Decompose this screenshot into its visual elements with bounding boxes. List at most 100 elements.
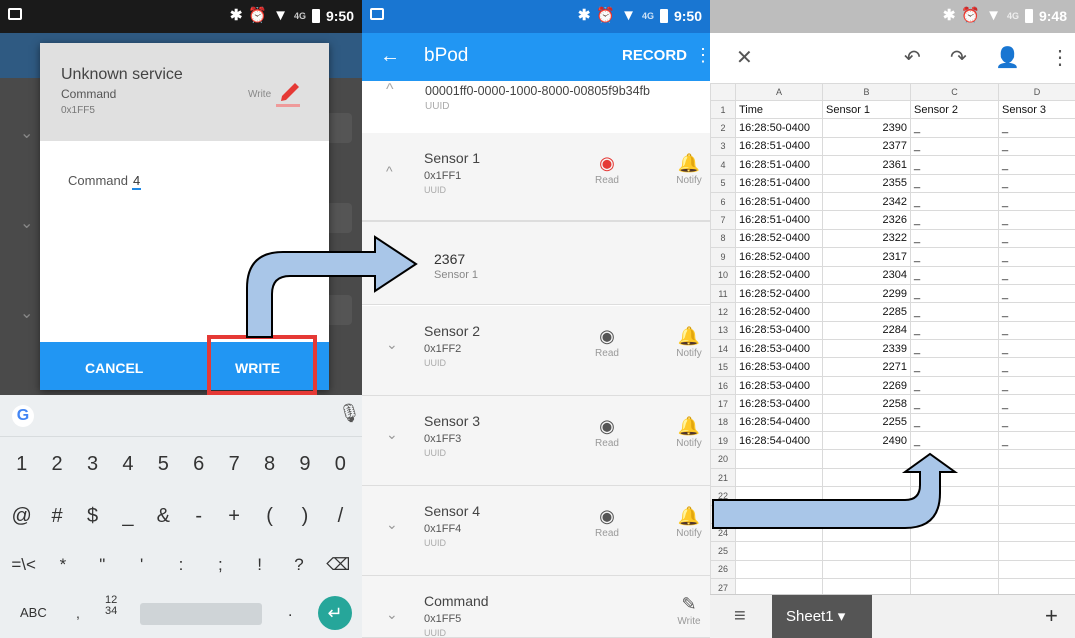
add-sheet-icon[interactable]: + bbox=[1045, 603, 1058, 629]
empty-cell[interactable] bbox=[998, 522, 1075, 543]
sensor3-cell[interactable]: _ bbox=[998, 339, 1075, 359]
empty-cell[interactable] bbox=[735, 504, 823, 524]
sensor1-cell[interactable]: 2269 bbox=[822, 375, 911, 396]
close-icon[interactable]: ✕ bbox=[736, 45, 753, 70]
time-cell[interactable]: 16:28:50-0400 bbox=[735, 118, 823, 138]
row-number[interactable]: 14 bbox=[710, 339, 736, 359]
time-cell[interactable]: 16:28:53-0400 bbox=[735, 357, 823, 377]
enter-key[interactable]: ↵ bbox=[318, 596, 352, 630]
empty-cell[interactable] bbox=[822, 467, 911, 488]
sensor2-cell[interactable]: _ bbox=[910, 431, 999, 451]
key[interactable]: 1 bbox=[4, 453, 39, 476]
row-number[interactable]: 5 bbox=[710, 173, 736, 193]
chevron-up-icon[interactable]: ^ bbox=[386, 163, 393, 179]
key[interactable]: 6 bbox=[181, 453, 216, 476]
column-letter[interactable]: D bbox=[998, 83, 1075, 101]
empty-cell[interactable] bbox=[998, 467, 1075, 488]
key[interactable]: ( bbox=[252, 505, 287, 528]
characteristic-row[interactable]: ⌄ Sensor 3 0x1FF3 UUID ◉ Read 🔔 Notify bbox=[362, 396, 710, 486]
empty-cell[interactable] bbox=[910, 504, 999, 524]
google-icon[interactable]: G bbox=[12, 405, 34, 427]
key[interactable]: ) bbox=[287, 505, 322, 528]
empty-cell[interactable] bbox=[822, 541, 911, 561]
sensor3-cell[interactable]: _ bbox=[998, 265, 1075, 285]
number-toggle-key[interactable]: 12 34 bbox=[105, 595, 117, 617]
column-letter[interactable]: B bbox=[822, 83, 911, 101]
row-number[interactable]: 24 bbox=[710, 522, 736, 543]
sensor1-cell[interactable]: 2258 bbox=[822, 394, 911, 414]
chevron-down-icon[interactable]: ⌄ bbox=[386, 426, 398, 443]
key[interactable]: 8 bbox=[252, 453, 287, 476]
empty-cell[interactable] bbox=[735, 486, 823, 506]
empty-cell[interactable] bbox=[910, 541, 999, 561]
read-button[interactable]: ◉ Read bbox=[582, 506, 632, 539]
sensor1-cell[interactable]: 2355 bbox=[822, 173, 911, 193]
empty-cell[interactable] bbox=[998, 541, 1075, 561]
microphone-icon[interactable]: 🎙 bbox=[338, 403, 361, 424]
sensor1-cell[interactable]: 2342 bbox=[822, 191, 911, 212]
empty-cell[interactable] bbox=[998, 449, 1075, 469]
time-cell[interactable]: 16:28:51-0400 bbox=[735, 191, 823, 212]
empty-cell[interactable] bbox=[735, 449, 823, 469]
empty-cell[interactable] bbox=[910, 449, 999, 469]
row-number[interactable]: 20 bbox=[710, 449, 736, 469]
time-cell[interactable]: 16:28:54-0400 bbox=[735, 412, 823, 433]
row-number[interactable]: 3 bbox=[710, 136, 736, 157]
sensor2-cell[interactable]: _ bbox=[910, 136, 999, 157]
sensor1-cell[interactable]: 2361 bbox=[822, 155, 911, 175]
sensor3-cell[interactable]: _ bbox=[998, 155, 1075, 175]
sensor1-cell[interactable]: 2339 bbox=[822, 339, 911, 359]
empty-cell[interactable] bbox=[998, 559, 1075, 580]
key[interactable]: ? bbox=[279, 555, 318, 575]
key[interactable]: " bbox=[83, 555, 122, 575]
cancel-button[interactable]: CANCEL bbox=[85, 360, 143, 376]
row-number[interactable]: 11 bbox=[710, 283, 736, 304]
empty-cell[interactable] bbox=[822, 449, 911, 469]
sensor3-cell[interactable]: _ bbox=[998, 136, 1075, 157]
key[interactable]: 0 bbox=[323, 453, 358, 476]
sensor3-cell[interactable]: _ bbox=[998, 302, 1075, 322]
sensor3-cell[interactable]: _ bbox=[998, 228, 1075, 249]
corner-cell[interactable] bbox=[710, 83, 736, 101]
empty-cell[interactable] bbox=[735, 559, 823, 580]
chevron-down-icon[interactable]: ⌄ bbox=[386, 336, 398, 353]
sensor1-cell[interactable]: 2284 bbox=[822, 320, 911, 341]
more-vert-icon[interactable]: ⋮ bbox=[694, 45, 710, 66]
header-cell[interactable]: Sensor 3 bbox=[998, 99, 1075, 120]
row-number[interactable]: 26 bbox=[710, 559, 736, 580]
key[interactable]: @ bbox=[4, 505, 39, 528]
time-cell[interactable]: 16:28:53-0400 bbox=[735, 375, 823, 396]
key[interactable]: ' bbox=[122, 555, 161, 575]
empty-cell[interactable] bbox=[822, 486, 911, 506]
header-cell[interactable]: Time bbox=[735, 99, 823, 120]
row-number[interactable]: 9 bbox=[710, 247, 736, 267]
sensor1-cell[interactable]: 2390 bbox=[822, 118, 911, 138]
empty-cell[interactable] bbox=[910, 559, 999, 580]
row-number[interactable]: 18 bbox=[710, 412, 736, 433]
time-cell[interactable]: 16:28:52-0400 bbox=[735, 302, 823, 322]
sensor3-cell[interactable]: _ bbox=[998, 412, 1075, 433]
sensor2-cell[interactable]: _ bbox=[910, 302, 999, 322]
time-cell[interactable]: 16:28:54-0400 bbox=[735, 431, 823, 451]
row-number[interactable]: 17 bbox=[710, 394, 736, 414]
read-button[interactable]: ◉ Read bbox=[582, 153, 632, 186]
command-field[interactable]: Command 4 bbox=[68, 173, 142, 190]
notify-button[interactable]: 🔔 Notify bbox=[664, 506, 710, 539]
key[interactable]: =\< bbox=[4, 555, 43, 575]
row-number[interactable]: 7 bbox=[710, 210, 736, 230]
write-action[interactable]: ✎ Write bbox=[664, 594, 710, 627]
sensor3-cell[interactable]: _ bbox=[998, 173, 1075, 193]
characteristic-row[interactable]: ^ Sensor 1 0x1FF1 UUID ◉ Read 🔔 Notify bbox=[362, 133, 710, 221]
row-number[interactable]: 21 bbox=[710, 467, 736, 488]
time-cell[interactable]: 16:28:52-0400 bbox=[735, 265, 823, 285]
undo-icon[interactable]: ↶ bbox=[904, 45, 921, 70]
row-number[interactable]: 23 bbox=[710, 504, 736, 524]
record-button[interactable]: RECORD bbox=[622, 47, 687, 64]
empty-cell[interactable] bbox=[735, 522, 823, 543]
empty-cell[interactable] bbox=[910, 522, 999, 543]
period-key[interactable]: . bbox=[288, 603, 292, 621]
empty-cell[interactable] bbox=[998, 504, 1075, 524]
sensor2-cell[interactable]: _ bbox=[910, 191, 999, 212]
key[interactable]: # bbox=[39, 505, 74, 528]
characteristic-row[interactable]: ⌄ Sensor 2 0x1FF2 UUID ◉ Read 🔔 Notify bbox=[362, 306, 710, 396]
